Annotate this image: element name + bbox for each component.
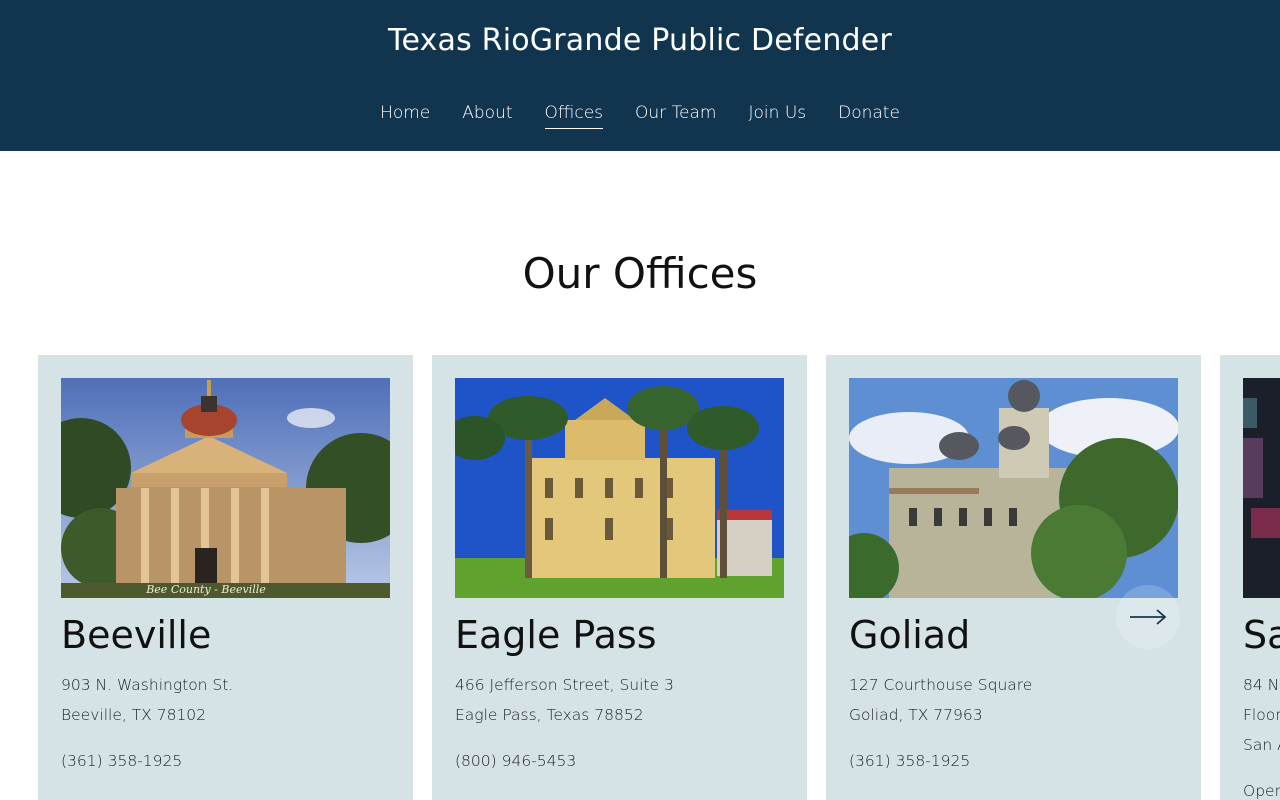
office-phone[interactable]: (361) 358-1925 (61, 750, 182, 772)
office-name: Eagle Pass (455, 613, 657, 657)
office-name: Beeville (61, 613, 212, 657)
nav-join-us[interactable]: Join Us (749, 101, 807, 129)
office-address-line2: Eagle Pass, Texas 78852 (455, 706, 644, 724)
nav-offices[interactable]: Offices (544, 101, 604, 129)
photo-caption: Bee County - Beeville (145, 583, 266, 596)
office-card-partial: Sa 84 Na Floor San A Oper (1220, 355, 1280, 800)
office-phone[interactable]: (800) 946-5453 (455, 750, 576, 772)
office-address-line1: 84 Na (1243, 676, 1280, 694)
office-photo-partial (1243, 378, 1280, 598)
site-header: Texas RioGrande Public Defender Home Abo… (0, 0, 1280, 151)
site-title[interactable]: Texas RioGrande Public Defender (0, 22, 1280, 60)
office-card-eagle-pass: Eagle Pass 466 Jefferson Street, Suite 3… (432, 355, 807, 800)
page-title: Our Offices (522, 249, 758, 298)
office-address-line2: Floor (1243, 706, 1280, 724)
nav-our-team[interactable]: Our Team (635, 101, 716, 129)
office-extra: Oper (1243, 782, 1280, 800)
office-card-goliad: Goliad 127 Courthouse Square Goliad, TX … (826, 355, 1201, 800)
carousel-next-button[interactable] (1116, 585, 1180, 649)
office-photo-beeville: Bee County - Beeville (61, 378, 390, 598)
office-address-line1: 127 Courthouse Square (849, 676, 1033, 694)
office-address-line1: 903 N. Washington St. (61, 676, 234, 694)
nav-home[interactable]: Home (380, 101, 430, 129)
main-nav: Home About Offices Our Team Join Us Dona… (0, 101, 1280, 129)
office-photo-goliad (849, 378, 1178, 598)
nav-about[interactable]: About (462, 101, 512, 129)
office-address-line1: 466 Jefferson Street, Suite 3 (455, 676, 674, 694)
nav-donate[interactable]: Donate (838, 101, 900, 129)
office-address-line3: San A (1243, 736, 1280, 754)
office-address-line2: Goliad, TX 77963 (849, 706, 983, 724)
office-photo-eagle-pass (455, 378, 784, 598)
office-card-beeville: Bee County - Beeville Beeville 903 N. Wa… (38, 355, 413, 800)
office-name: Goliad (849, 613, 971, 657)
office-address-line2: Beeville, TX 78102 (61, 706, 207, 724)
office-name: Sa (1243, 613, 1280, 657)
arrow-right-icon (1130, 609, 1167, 625)
office-phone[interactable]: (361) 358-1925 (849, 750, 970, 772)
